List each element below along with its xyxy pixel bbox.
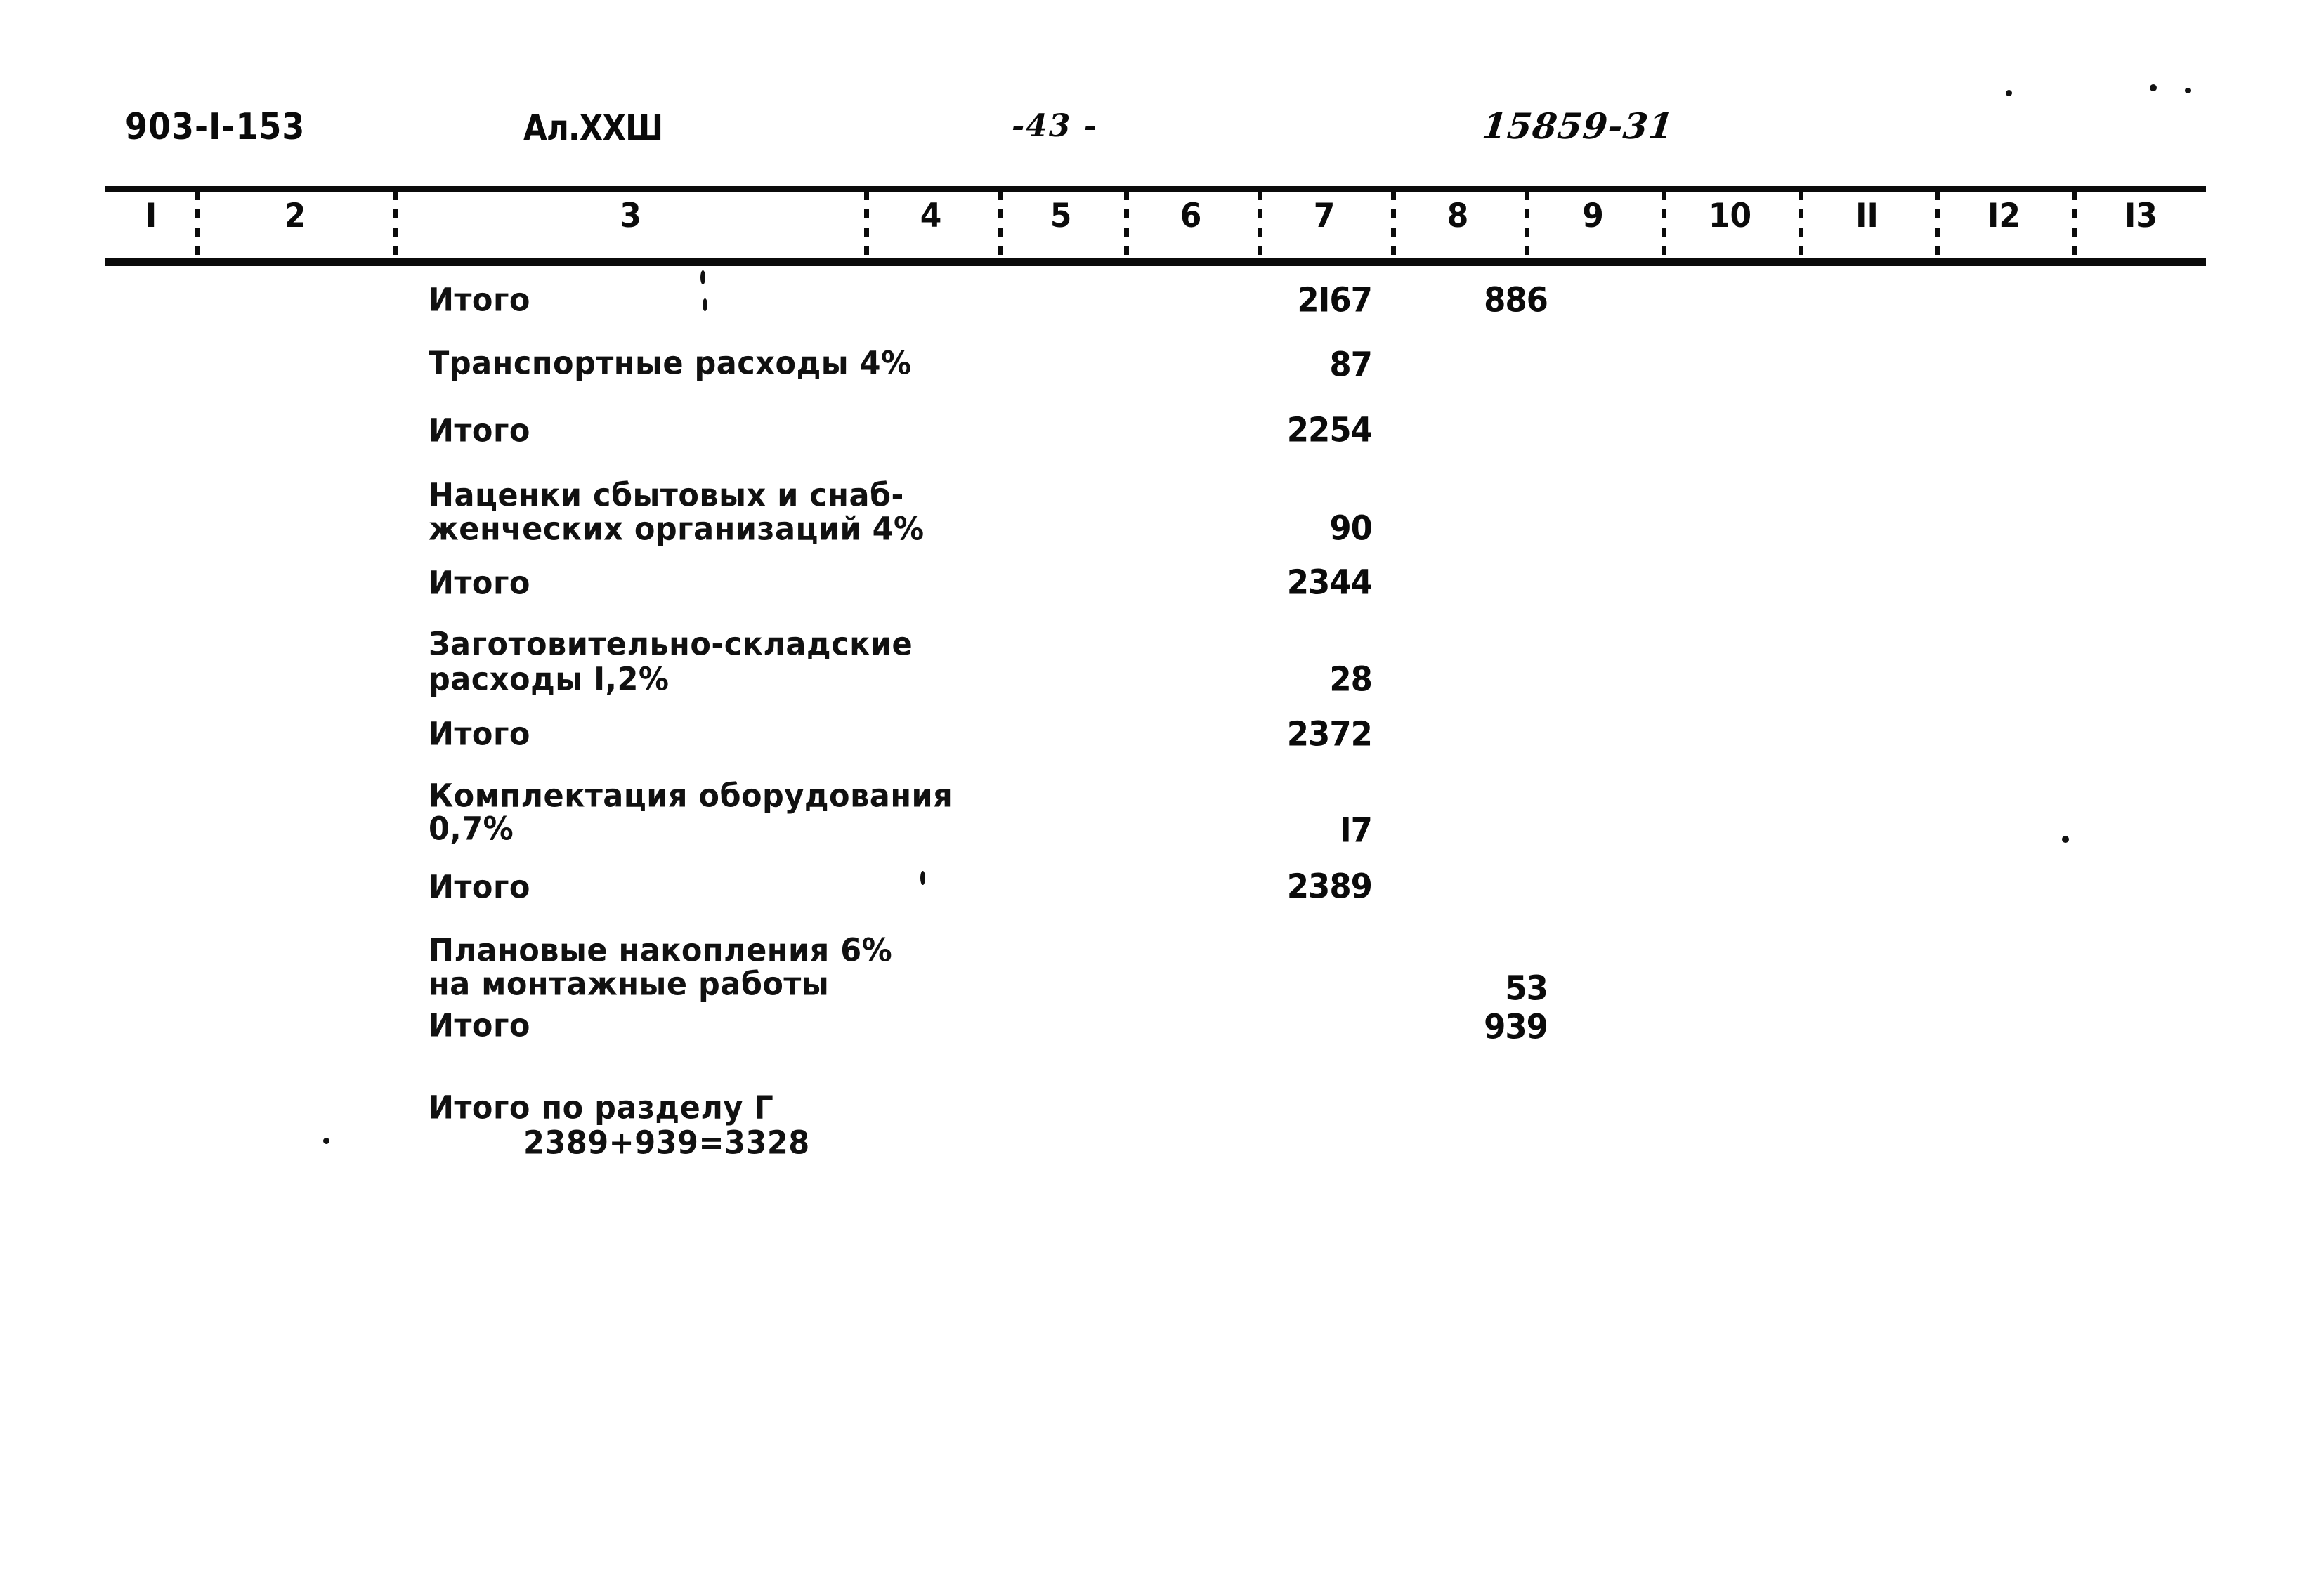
column-header-11: II	[1855, 197, 1879, 236]
table-cell-col11: 2344	[1286, 563, 1373, 603]
scan-speck	[2150, 84, 2157, 91]
column-divider	[195, 191, 200, 256]
column-divider	[864, 191, 869, 256]
page-number: -43 -	[1012, 108, 1099, 144]
table-row-label: Итого	[429, 1007, 530, 1044]
table-cell-col12: 53	[1505, 968, 1548, 1009]
table-row-label: Итого	[429, 412, 530, 449]
column-divider	[1258, 191, 1262, 256]
table-row-label-line2: на монтажные работы	[429, 966, 830, 1003]
table-cell-col11: 2372	[1286, 714, 1373, 754]
column-header-9: 9	[1582, 197, 1604, 236]
project-code: 903-I-153	[125, 105, 306, 148]
table-cell-col12: 939	[1484, 1007, 1548, 1047]
column-header-12: I2	[1987, 197, 2021, 236]
table-row-label: Итого	[429, 869, 530, 906]
column-divider	[2072, 191, 2077, 256]
column-divider	[1525, 191, 1529, 256]
column-header-7: 7	[1313, 197, 1336, 236]
column-divider	[1124, 191, 1129, 256]
table-rule-bottom	[105, 258, 2206, 266]
column-header-3: 3	[620, 197, 641, 236]
column-divider	[393, 191, 398, 256]
table-cell-col11: 87	[1329, 345, 1373, 385]
table-row-label: Комплектация оборудования	[429, 777, 953, 815]
column-header-5: 5	[1050, 197, 1072, 236]
table-cell-col11: I7	[1339, 810, 1373, 851]
table-cell-col11: 90	[1329, 508, 1373, 549]
section-total-formula: 2389+939=3328	[523, 1124, 810, 1162]
table-row-label: Итого	[429, 565, 530, 602]
table-row-label: Итого	[429, 282, 530, 319]
document-header: 903-I-153 Ал.XXШ -43 - 15859-31	[0, 105, 2324, 162]
table-cell-col11: 2389	[1286, 867, 1373, 907]
table-body: Итого 2I67 886 Транспортные расходы 4% 8…	[0, 266, 2324, 1320]
column-divider	[1662, 191, 1666, 256]
column-divider	[1391, 191, 1396, 256]
column-divider	[998, 191, 1003, 256]
scanned-document-page: 903-I-153 Ал.XXШ -43 - 15859-31 I 2 3 4 …	[0, 0, 2324, 1576]
column-header-10: 10	[1708, 197, 1752, 236]
album-label: Ал.XXШ	[523, 107, 663, 149]
section-total-label: Итого по разделу Г	[429, 1089, 774, 1127]
table-cell-col12: 886	[1484, 280, 1548, 320]
table-row-label-line2: расходы I,2%	[429, 661, 670, 698]
table-cell-col11: 2I67	[1297, 280, 1373, 320]
column-header-4: 4	[920, 197, 942, 236]
column-header-2: 2	[284, 197, 306, 236]
column-header-13: I3	[2124, 197, 2157, 236]
column-header-6: 6	[1180, 197, 1202, 236]
scan-speck	[2006, 90, 2012, 96]
scan-speck	[2185, 88, 2191, 93]
table-row-label: Наценки сбытовых и снаб-	[429, 477, 904, 514]
table-row-label: Транспортные расходы 4%	[429, 345, 912, 382]
table-cell-col11: 28	[1329, 659, 1373, 700]
table-row-label-line2: женческих организаций 4%	[429, 511, 925, 548]
table-row-label-line2: 0,7%	[429, 810, 514, 848]
table-row-label: Плановые накопления 6%	[429, 932, 893, 969]
reference-number: 15859-31	[1480, 105, 1676, 147]
column-divider	[1799, 191, 1803, 256]
column-header-1: I	[145, 197, 157, 236]
column-header-8: 8	[1447, 197, 1469, 236]
table-column-header-row: I 2 3 4 5 6 7 8 9 10 II I2 I3	[105, 191, 2206, 256]
column-divider	[1935, 191, 1940, 256]
table-row-label: Итого	[429, 716, 530, 753]
table-row-label: Заготовительно-складские	[429, 626, 913, 663]
table-cell-col11: 2254	[1286, 410, 1373, 450]
